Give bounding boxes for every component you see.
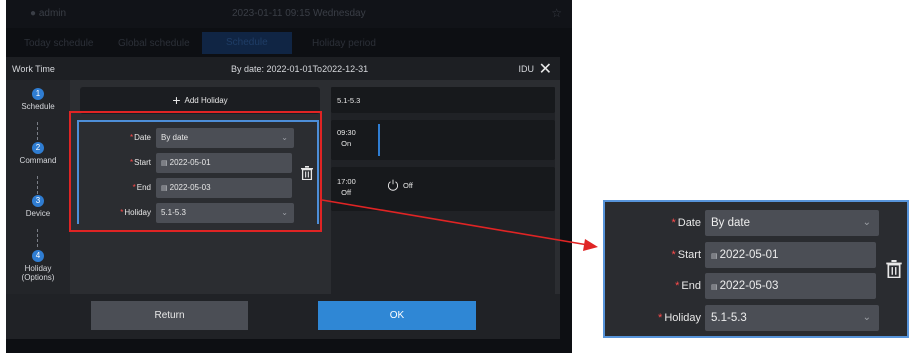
schedule-entry-off[interactable]: 17:00 Off Off	[331, 167, 555, 211]
tab-schedule[interactable]: Schedule	[202, 32, 292, 54]
top-status-bar: ● admin 2023-01-11 09:15 Wednesday ☆	[6, 0, 572, 28]
screen: ● admin 2023-01-11 09:15 Wednesday ☆ Tod…	[0, 0, 914, 353]
zoom-end-label: * End	[675, 280, 701, 292]
entry-action: Off	[403, 181, 413, 190]
entry-time: 17:00 Off	[337, 176, 356, 198]
zoom-end-date-input[interactable]: ▤ 2022-05-03	[705, 273, 876, 299]
step-number: 3	[32, 195, 44, 207]
zoom-date-label-text: Date	[677, 217, 701, 229]
required-marker: *	[671, 217, 676, 229]
required-marker: *	[671, 249, 676, 261]
entry-divider	[378, 124, 380, 156]
step-label-sub: (Options)	[21, 273, 55, 282]
ok-button[interactable]: OK	[318, 301, 476, 330]
entry-time: 09:30 On	[337, 127, 356, 149]
dialog-footer: Return OK	[6, 294, 560, 339]
schedule-entry-on[interactable]: 09:30 On	[331, 120, 555, 160]
username: admin	[38, 8, 67, 19]
dialog-title: Work Time	[12, 64, 55, 74]
step-indicator: 1 Schedule 2 Command 3 Device 4 Holiday …	[6, 80, 70, 294]
tab-global-schedule[interactable]: Global schedule	[118, 38, 190, 49]
close-icon[interactable]: ✕	[539, 59, 552, 79]
add-holiday-button[interactable]: + Add Holiday	[80, 87, 320, 114]
required-marker: *	[675, 280, 680, 292]
zoom-date-row: * Date By date ⌄	[605, 210, 907, 236]
zoom-end-label-text: End	[681, 280, 701, 292]
step-connector	[37, 122, 38, 140]
step-holiday[interactable]: 4 Holiday (Options)	[6, 250, 70, 282]
zoom-start-label-text: Start	[677, 249, 701, 261]
zoomed-form-callout: * Date By date ⌄ * Start ▤ 2022-05-01 * End …	[603, 200, 909, 338]
chevron-down-icon: ⌄	[862, 312, 871, 323]
required-marker: *	[658, 312, 663, 324]
plus-icon: +	[172, 92, 181, 109]
entry-state: On	[341, 139, 352, 148]
zoom-start-label: * Start	[671, 249, 701, 261]
calendar-icon: ▤	[711, 284, 718, 291]
date-range-label: By date: 2022-01-01To2022-12-31	[231, 64, 369, 74]
device-type-label: IDU	[518, 64, 535, 74]
zoom-date-label: * Date	[671, 217, 701, 229]
clock: 2023-01-11 09:15 Wednesday	[232, 8, 366, 19]
trash-icon[interactable]	[886, 260, 902, 278]
background-tabs: Today schedule Global schedule Schedule …	[6, 32, 572, 54]
zoom-end-date-value: 2022-05-03	[719, 280, 779, 292]
step-number: 4	[32, 250, 44, 262]
zoom-start-row: * Start ▤ 2022-05-01	[605, 242, 907, 268]
step-number: 1	[32, 88, 44, 100]
step-label: Device	[25, 209, 51, 218]
dialog-header: Work Time By date: 2022-01-01To2022-12-3…	[6, 57, 560, 80]
step-label: Holiday	[24, 264, 52, 273]
zoom-end-row: * End ▤ 2022-05-03	[605, 273, 907, 299]
zoom-holiday-name-select[interactable]: 5.1-5.3 ⌄	[705, 305, 879, 331]
step-connector	[37, 229, 38, 247]
zoom-date-type-value: By date	[711, 217, 750, 229]
holiday-preview-panel: 5.1-5.3 09:30 On 17:00 Off Off	[331, 87, 555, 294]
step-label: Command	[19, 156, 57, 165]
tab-holiday-period[interactable]: Holiday period	[312, 38, 376, 49]
step-device[interactable]: 3 Device	[6, 195, 70, 218]
step-command[interactable]: 2 Command	[6, 142, 70, 165]
step-number: 2	[32, 142, 44, 154]
arrow-head	[583, 239, 598, 251]
power-icon	[387, 179, 399, 191]
add-holiday-label: Add Holiday	[184, 96, 228, 105]
calendar-icon: ▤	[711, 253, 718, 260]
star-icon[interactable]: ☆	[551, 6, 562, 20]
tab-today-schedule[interactable]: Today schedule	[24, 38, 94, 49]
step-label: Schedule	[21, 102, 55, 111]
entry-time-value: 17:00	[337, 177, 356, 186]
return-button[interactable]: Return	[91, 301, 248, 330]
entry-time-value: 09:30	[337, 128, 356, 137]
zoom-start-date-input[interactable]: ▤ 2022-05-01	[705, 242, 876, 268]
step-connector	[37, 176, 38, 194]
zoom-holiday-label: * Holiday	[658, 312, 701, 324]
user-label: ● admin	[30, 8, 67, 19]
highlight-box	[69, 111, 322, 232]
zoom-holiday-name-value: 5.1-5.3	[711, 312, 747, 324]
entry-state: Off	[341, 188, 352, 197]
zoom-holiday-row: * Holiday 5.1-5.3 ⌄	[605, 305, 907, 331]
zoom-start-date-value: 2022-05-01	[719, 249, 779, 261]
holiday-period-card[interactable]: 5.1-5.3	[331, 87, 555, 113]
zoom-holiday-label-text: Holiday	[664, 312, 701, 324]
step-schedule[interactable]: 1 Schedule	[6, 88, 70, 111]
holiday-period-text: 5.1-5.3	[337, 96, 361, 105]
chevron-down-icon: ⌄	[862, 217, 871, 228]
zoom-date-type-select[interactable]: By date ⌄	[705, 210, 879, 236]
